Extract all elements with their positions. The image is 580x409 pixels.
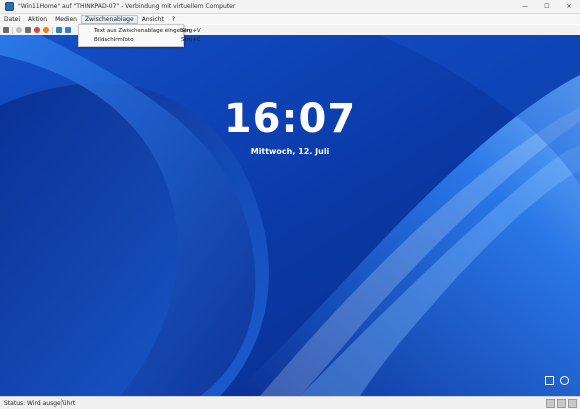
status-icons xyxy=(544,399,577,408)
pause-icon[interactable] xyxy=(56,27,62,33)
close-button[interactable]: ✕ xyxy=(558,0,580,13)
menu-option-label: Bildschirmfoto xyxy=(94,36,134,43)
menu-option-screenshot[interactable]: Bildschirmfoto Strg+C xyxy=(79,35,201,44)
reset-icon[interactable] xyxy=(65,27,71,33)
accessibility-icon[interactable] xyxy=(560,376,569,385)
keyboard-icon xyxy=(546,399,555,408)
lockscreen-date: Mittwoch, 12. Juli xyxy=(250,147,330,156)
wallpaper-bloom xyxy=(0,35,580,396)
status-separator xyxy=(61,399,62,408)
menu-option-label: Text aus Zwischenablage eingeben xyxy=(94,27,191,34)
toolbar-separator xyxy=(12,26,13,34)
status-bar: Status: Wird ausgeführt xyxy=(0,396,580,409)
menu-option-shortcut: Strg+C xyxy=(181,36,201,43)
menu-ansicht[interactable]: Ansicht xyxy=(138,15,168,24)
turn-off-icon[interactable] xyxy=(25,27,31,33)
title-bar: "Win11Home" auf "THINKPAD-07" - Verbindu… xyxy=(0,0,580,14)
vm-screen[interactable]: 16:07 Mittwoch, 12. Juli xyxy=(0,35,580,396)
ctrl-alt-del-icon[interactable] xyxy=(3,27,9,33)
network-icon[interactable] xyxy=(545,376,554,385)
clipboard-dropdown-menu: Text aus Zwischenablage eingeben Strg+V … xyxy=(78,24,201,47)
vm-connection-window: "Win11Home" auf "THINKPAD-07" - Verbindu… xyxy=(0,0,580,409)
menu-bar: Datei Aktion Medien Zwischenablage Ansic… xyxy=(0,14,580,24)
shutdown-icon[interactable] xyxy=(34,27,40,33)
maximize-button[interactable]: ☐ xyxy=(536,0,558,13)
menu-help[interactable]: ? xyxy=(168,15,179,24)
window-controls: — ☐ ✕ xyxy=(514,0,580,13)
vm-app-icon xyxy=(5,2,14,11)
status-text: Status: Wird ausgeführt xyxy=(4,400,76,407)
lock-icon xyxy=(557,399,566,408)
menu-medien[interactable]: Medien xyxy=(51,15,81,24)
window-title: "Win11Home" auf "THINKPAD-07" - Verbindu… xyxy=(18,3,236,10)
toolbar-separator xyxy=(52,26,53,34)
lockscreen-time: 16:07 xyxy=(223,96,357,142)
menu-option-shortcut: Strg+V xyxy=(181,27,201,34)
menu-zwischenablage[interactable]: Zwischenablage xyxy=(80,14,138,24)
menu-aktion[interactable]: Aktion xyxy=(24,15,51,24)
display-icon xyxy=(568,399,577,408)
start-icon[interactable] xyxy=(16,27,22,33)
menu-option-type-clipboard-text[interactable]: Text aus Zwischenablage eingeben Strg+V xyxy=(79,26,201,35)
save-icon[interactable] xyxy=(43,27,49,33)
menu-datei[interactable]: Datei xyxy=(0,15,24,24)
minimize-button[interactable]: — xyxy=(514,0,536,13)
